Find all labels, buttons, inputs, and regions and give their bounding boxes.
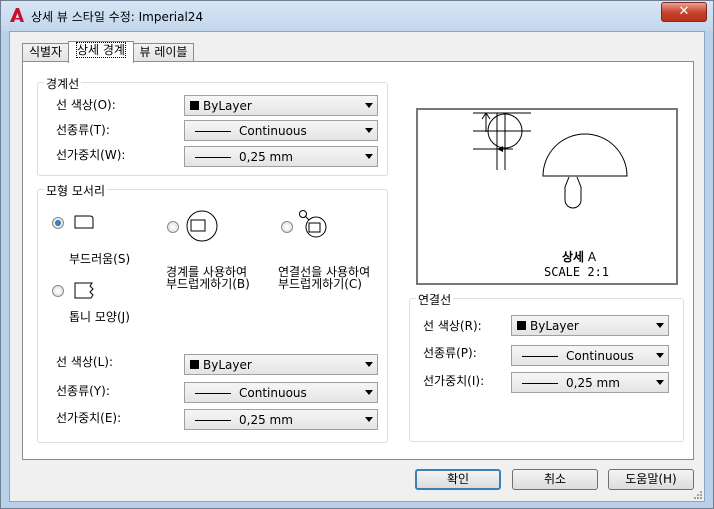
detail-preview-drawing bbox=[473, 112, 628, 209]
color-swatch-icon bbox=[517, 321, 526, 330]
line-sample-icon bbox=[522, 356, 558, 357]
edge-lineweight-label: 선가중치(E): bbox=[56, 411, 122, 425]
ok-button[interactable]: 확인 bbox=[415, 469, 501, 490]
tab-detail-boundary[interactable]: 상세 경계 bbox=[68, 41, 134, 63]
smooth-with-border-radio[interactable] bbox=[167, 221, 179, 233]
edge-linetype-label: 선종류(Y): bbox=[56, 384, 110, 398]
boundary-group-title: 경계선 bbox=[44, 75, 82, 92]
edge-color-select[interactable]: ByLayer bbox=[184, 354, 378, 375]
preview-detail-bold: 상세 bbox=[562, 250, 585, 264]
jagged-label: 톱니 모양(J) bbox=[69, 310, 130, 324]
boundary-lineweight-value: 0,25 mm bbox=[239, 150, 293, 164]
model-edge-group: 모형 모서리 부드러움(S) 경계를 사용하여 부드럽게하기(B) 연결선을 사… bbox=[37, 182, 388, 443]
close-button[interactable]: ✕ bbox=[661, 2, 707, 22]
boundary-color-select[interactable]: ByLayer bbox=[184, 95, 378, 116]
connection-lineweight-select[interactable]: 0,25 mm bbox=[511, 372, 669, 393]
connection-color-value: ByLayer bbox=[530, 319, 579, 333]
smooth-border-label-2: 부드럽게하기(B) bbox=[166, 277, 250, 291]
edge-lineweight-value: 0,25 mm bbox=[239, 413, 293, 427]
edge-linetype-select[interactable]: Continuous bbox=[184, 382, 378, 403]
edge-lineweight-select[interactable]: 0,25 mm bbox=[184, 409, 378, 430]
cancel-button[interactable]: 취소 bbox=[512, 469, 598, 490]
autocad-logo-icon bbox=[10, 8, 24, 22]
edge-linetype-value: Continuous bbox=[239, 386, 307, 400]
connection-lineweight-label: 선가중치(I): bbox=[423, 374, 485, 388]
window-title: 상세 뷰 스타일 수정: Imperial24 bbox=[31, 10, 204, 24]
boundary-linetype-select[interactable]: Continuous bbox=[184, 120, 378, 141]
line-sample-icon bbox=[522, 383, 558, 384]
connection-linetype-value: Continuous bbox=[566, 349, 634, 363]
connection-color-select[interactable]: ByLayer bbox=[511, 315, 669, 336]
dropdown-arrow-icon bbox=[365, 128, 373, 133]
resize-grip-icon[interactable] bbox=[693, 490, 703, 500]
dropdown-arrow-icon bbox=[365, 103, 373, 108]
boundary-group: 경계선 선 색상(O): ByLayer 선종류(T): Continuous … bbox=[37, 75, 388, 176]
boundary-lineweight-select[interactable]: 0,25 mm bbox=[184, 146, 378, 167]
detail-preview: 상세 A SCALE 2:1 bbox=[416, 108, 678, 285]
boundary-lineweight-label: 선가중치(W): bbox=[56, 148, 126, 162]
help-button[interactable]: 도움말(H) bbox=[608, 469, 694, 490]
color-swatch-icon bbox=[190, 360, 199, 369]
model-edge-group-title: 모형 모서리 bbox=[44, 182, 108, 199]
smooth-label: 부드러움(S) bbox=[69, 252, 131, 266]
smooth-with-connection-radio[interactable] bbox=[281, 221, 293, 233]
preview-detail-label: 상세 A bbox=[562, 248, 596, 265]
dropdown-arrow-icon bbox=[656, 380, 664, 385]
tab-view-label[interactable]: 뷰 레이블 bbox=[133, 43, 194, 62]
smooth-radio[interactable] bbox=[52, 217, 64, 229]
jagged-radio[interactable] bbox=[52, 285, 64, 297]
dialog-window: 상세 뷰 스타일 수정: Imperial24 ✕ 식별자 상세 경계 뷰 레이… bbox=[0, 0, 714, 509]
tab-panel: 경계선 선 색상(O): ByLayer 선종류(T): Continuous … bbox=[22, 61, 694, 460]
tab-identifier[interactable]: 식별자 bbox=[22, 43, 69, 62]
connection-lineweight-value: 0,25 mm bbox=[566, 376, 620, 390]
connection-color-label: 선 색상(R): bbox=[423, 319, 482, 333]
connection-group-title: 연결선 bbox=[416, 291, 454, 308]
connection-linetype-select[interactable]: Continuous bbox=[511, 345, 669, 366]
dropdown-arrow-icon bbox=[365, 417, 373, 422]
dropdown-arrow-icon bbox=[365, 390, 373, 395]
boundary-linetype-value: Continuous bbox=[239, 124, 307, 138]
edge-color-value: ByLayer bbox=[203, 358, 252, 372]
boundary-linetype-label: 선종류(T): bbox=[56, 123, 110, 137]
preview-scale-label: SCALE 2:1 bbox=[544, 265, 610, 279]
dialog-client: 식별자 상세 경계 뷰 레이블 경계선 선 색상(O): ByLayer 선종류… bbox=[9, 31, 705, 502]
connection-group: 연결선 선 색상(R): ByLayer 선종류(P): Continuous … bbox=[409, 291, 684, 442]
connection-linetype-label: 선종류(P): bbox=[423, 346, 477, 360]
title-bar[interactable]: 상세 뷰 스타일 수정: Imperial24 ✕ bbox=[1, 1, 713, 31]
dropdown-arrow-icon bbox=[365, 154, 373, 159]
line-sample-icon bbox=[195, 393, 231, 394]
dropdown-arrow-icon bbox=[365, 362, 373, 367]
smooth-connection-icon bbox=[299, 210, 327, 238]
smooth-edge-icon bbox=[74, 215, 94, 229]
dropdown-arrow-icon bbox=[656, 353, 664, 358]
preview-detail-letter: A bbox=[587, 250, 597, 264]
line-sample-icon bbox=[195, 157, 231, 158]
boundary-color-label: 선 색상(O): bbox=[56, 98, 116, 112]
dropdown-arrow-icon bbox=[656, 323, 664, 328]
line-sample-icon bbox=[195, 131, 231, 132]
smooth-border-icon bbox=[186, 210, 218, 242]
boundary-color-value: ByLayer bbox=[203, 99, 252, 113]
smooth-connection-label-2: 부드럽게하기(C) bbox=[278, 277, 362, 291]
line-sample-icon bbox=[195, 420, 231, 421]
tab-detail-boundary-label: 상세 경계 bbox=[76, 42, 126, 58]
jagged-edge-icon bbox=[74, 282, 94, 299]
color-swatch-icon bbox=[190, 101, 199, 110]
edge-color-label: 선 색상(L): bbox=[56, 355, 114, 369]
